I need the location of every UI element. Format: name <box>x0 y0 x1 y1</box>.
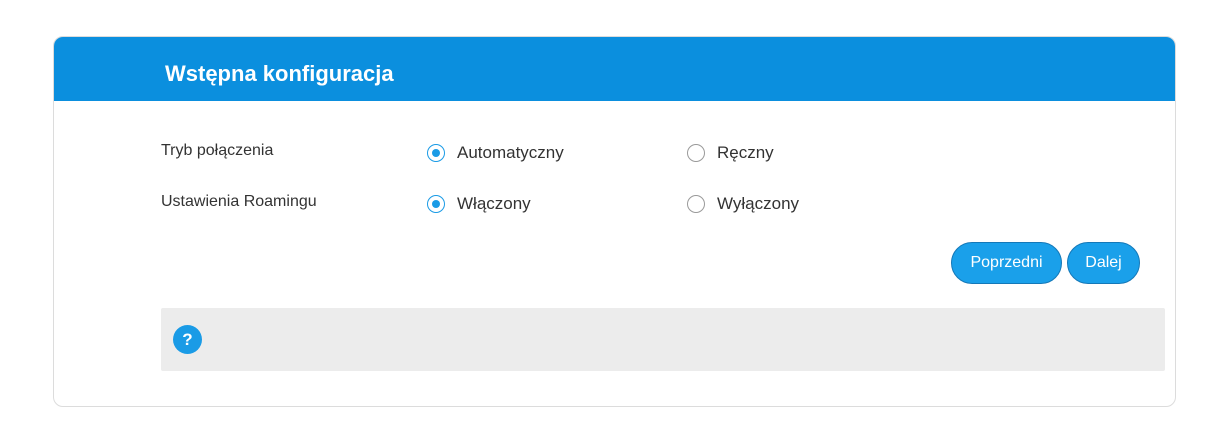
radio-roaming-off-label[interactable]: Wyłączony <box>717 194 799 214</box>
radio-manual-indicator[interactable] <box>687 144 705 162</box>
radio-roaming-off-indicator[interactable] <box>687 195 705 213</box>
help-icon[interactable]: ? <box>173 325 202 354</box>
radio-automatic-label[interactable]: Automatyczny <box>457 143 564 163</box>
help-box: ? <box>161 308 1165 371</box>
connection-mode-label: Tryb połączenia <box>161 142 274 159</box>
roaming-settings-label: Ustawienia Roamingu <box>161 193 317 210</box>
panel-header: Wstępna konfiguracja <box>54 37 1175 101</box>
radio-roaming-off[interactable]: Wyłączony <box>687 194 799 214</box>
next-button[interactable]: Dalej <box>1067 242 1140 284</box>
radio-roaming-on-label[interactable]: Włączony <box>457 194 531 214</box>
previous-button[interactable]: Poprzedni <box>951 242 1062 284</box>
setup-panel: Wstępna konfiguracja Tryb połączenia Aut… <box>53 36 1176 407</box>
radio-automatic-indicator[interactable] <box>427 144 445 162</box>
radio-manual-label[interactable]: Ręczny <box>717 143 774 163</box>
radio-roaming-on[interactable]: Włączony <box>427 194 531 214</box>
radio-roaming-on-indicator[interactable] <box>427 195 445 213</box>
radio-manual[interactable]: Ręczny <box>687 143 774 163</box>
radio-automatic[interactable]: Automatyczny <box>427 143 564 163</box>
page-title: Wstępna konfiguracja <box>165 61 394 86</box>
